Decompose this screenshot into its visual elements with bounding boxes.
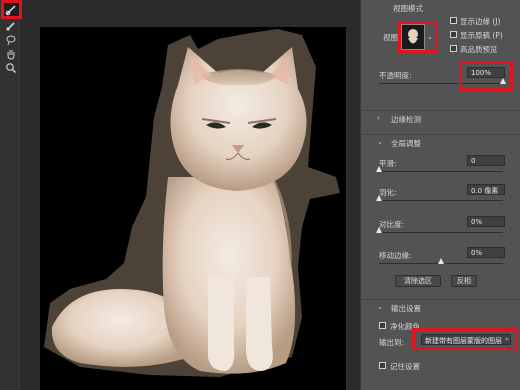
decontaminate-checkbox[interactable] — [379, 322, 386, 329]
zoom-icon[interactable] — [3, 61, 19, 75]
feather-slider-track[interactable] — [379, 200, 503, 201]
canvas-area — [22, 0, 360, 390]
refine-edge-panel: 视图模式 视图: ⌄ 显示边缘 (J) 显示原稿 (P) 高品质预览 不透明度:… — [360, 0, 520, 390]
hand-icon[interactable] — [3, 47, 19, 61]
show-edge-checkbox[interactable] — [450, 17, 457, 24]
chevron-down-icon: ⌄ — [377, 138, 383, 146]
shift-edge-label: 移动边缘: — [379, 251, 412, 260]
contrast-field[interactable]: 0% — [467, 216, 505, 227]
view-thumbnail-highlight — [398, 21, 438, 53]
clear-selection-button[interactable]: 清除选区 — [395, 275, 441, 287]
chevron-down-icon: ⌄ — [377, 303, 383, 311]
feather-slider-thumb[interactable] — [376, 195, 382, 201]
contrast-label: 对比度: — [379, 220, 405, 229]
show-original-label: 显示原稿 (P) — [460, 31, 503, 40]
quick-select-highlight — [1, 0, 22, 19]
show-edge-label: 显示边缘 (J) — [460, 17, 501, 26]
feather-field[interactable]: 0.0 像素 — [467, 184, 505, 195]
cat-cutout-image — [44, 29, 340, 377]
opacity-label: 不透明度: — [379, 71, 412, 80]
high-quality-checkbox[interactable] — [450, 45, 457, 52]
global-adjust-section[interactable]: ⌄ 全局调整 — [361, 134, 520, 150]
edge-detection-section[interactable]: › 边缘检测 — [361, 110, 520, 126]
contrast-slider-thumb[interactable] — [376, 227, 382, 233]
remember-label: 记住设置 — [390, 362, 420, 371]
chevron-right-icon: › — [377, 114, 380, 122]
view-mode-header: 视图模式 — [393, 4, 423, 13]
output-settings-section[interactable]: ⌄ 输出设置 — [361, 299, 520, 315]
tool-bar — [0, 0, 22, 390]
invert-button[interactable]: 反相 — [451, 275, 477, 287]
edge-detection-title: 边缘检测 — [391, 115, 421, 124]
output-settings-title: 输出设置 — [391, 304, 421, 313]
shift-edge-slider-thumb[interactable] — [438, 258, 444, 264]
output-to-label: 输出到: — [379, 338, 405, 347]
global-adjust-title: 全局调整 — [391, 139, 421, 148]
contrast-slider-track[interactable] — [379, 232, 503, 233]
smooth-field[interactable]: 0 — [467, 155, 505, 166]
smooth-slider-thumb[interactable] — [376, 166, 382, 172]
smooth-slider-track[interactable] — [379, 171, 503, 172]
show-original-checkbox[interactable] — [450, 31, 457, 38]
lasso-icon[interactable] — [3, 33, 19, 47]
shift-edge-field[interactable]: 0% — [467, 247, 505, 258]
refine-edge-brush-icon[interactable] — [3, 19, 19, 33]
document-canvas[interactable] — [40, 27, 346, 390]
output-to-highlight — [412, 328, 518, 350]
opacity-highlight — [459, 61, 513, 91]
remember-checkbox[interactable] — [379, 362, 386, 369]
high-quality-label: 高品质预览 — [460, 45, 498, 54]
